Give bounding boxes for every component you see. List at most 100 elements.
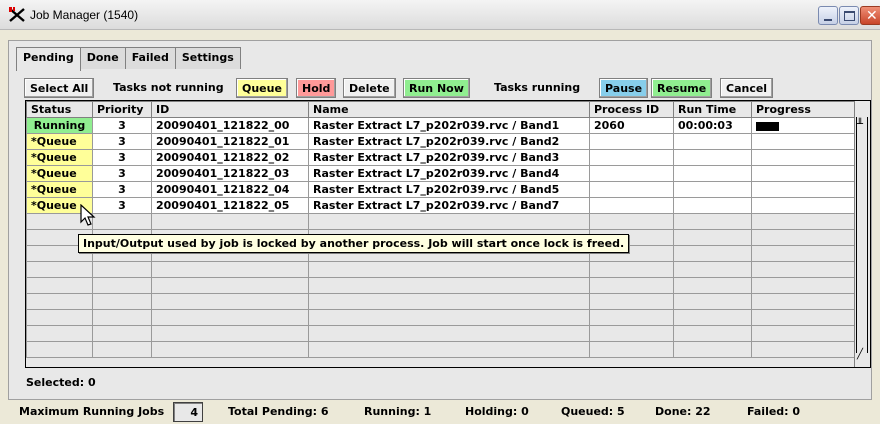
empty-cell — [151, 277, 309, 294]
empty-cell — [589, 277, 674, 294]
run-time-cell — [673, 181, 752, 198]
empty-cell — [589, 341, 674, 358]
tasks-not-running-label: Tasks not running — [113, 81, 224, 94]
column-header-process-id[interactable]: Process ID — [589, 101, 674, 118]
empty-cell — [589, 309, 674, 326]
table-row[interactable]: *Queue 3 20090401_121822_02 Raster Extract … — [26, 149, 856, 166]
status-bar: Maximum Running Jobs Total Pending: 6 Ru… — [0, 398, 880, 424]
close-icon: ✕ — [866, 8, 878, 24]
empty-cell — [751, 261, 856, 278]
empty-cell — [308, 261, 590, 278]
scroll-down-icon[interactable]: ╱ — [857, 349, 863, 360]
name-cell: Raster Extract L7_p202r039.rvc / Band5 — [308, 181, 590, 198]
empty-cell — [673, 293, 752, 310]
empty-cell — [673, 325, 752, 342]
priority-cell: 3 — [92, 149, 152, 166]
max-running-jobs-input[interactable]: 4 — [173, 402, 203, 422]
process-id-cell — [589, 197, 674, 214]
empty-cell — [26, 341, 93, 358]
empty-cell — [673, 213, 752, 230]
progress-cell — [751, 197, 856, 214]
run-time-cell — [673, 149, 752, 166]
resume-button[interactable]: Resume — [651, 78, 713, 98]
empty-cell — [673, 245, 752, 262]
id-cell: 20090401_121822_03 — [151, 165, 309, 182]
empty-row — [26, 341, 856, 358]
name-cell: Raster Extract L7_p202r039.rvc / Band7 — [308, 197, 590, 214]
table-row[interactable]: *Queue 3 20090401_121822_04 Raster Extract … — [26, 181, 856, 198]
pause-button[interactable]: Pause — [599, 78, 649, 98]
empty-cell — [673, 261, 752, 278]
empty-cell — [673, 277, 752, 294]
maximize-button[interactable] — [839, 6, 859, 25]
scroll-up-icon[interactable]: ╨ — [857, 119, 863, 130]
select-all-button[interactable]: Select All — [24, 78, 95, 98]
id-cell: 20090401_121822_01 — [151, 133, 309, 150]
empty-cell — [751, 277, 856, 294]
queued-stat: Queued: 5 — [561, 405, 625, 418]
id-cell: 20090401_121822_00 — [151, 117, 309, 134]
column-header-run-time[interactable]: Run Time — [673, 101, 752, 118]
minimize-button[interactable] — [818, 6, 838, 25]
column-header-progress[interactable]: Progress — [751, 101, 856, 118]
process-id-cell — [589, 149, 674, 166]
holding-stat: Holding: 0 — [465, 405, 529, 418]
id-cell: 20090401_121822_05 — [151, 197, 309, 214]
empty-cell — [589, 261, 674, 278]
empty-row — [26, 213, 856, 230]
tab-pending[interactable]: Pending — [16, 47, 81, 71]
run-time-cell: 00:00:03 — [673, 117, 752, 134]
empty-cell — [308, 341, 590, 358]
column-header-name[interactable]: Name — [308, 101, 590, 118]
failed-stat: Failed: 0 — [747, 405, 801, 418]
vertical-scrollbar[interactable]: ╨ ╱ — [854, 101, 870, 367]
progress-cell — [751, 149, 856, 166]
empty-cell — [751, 341, 856, 358]
empty-cell — [92, 293, 152, 310]
empty-cell — [151, 341, 309, 358]
scroll-thumb[interactable] — [856, 117, 868, 353]
empty-cell — [26, 277, 93, 294]
priority-cell: 3 — [92, 165, 152, 182]
status-cell: *Queue — [26, 165, 93, 182]
empty-cell — [673, 229, 752, 246]
tasks-running-label: Tasks running — [494, 81, 581, 94]
empty-cell — [751, 229, 856, 246]
priority-cell: 3 — [92, 181, 152, 198]
table-row[interactable]: *Queue 3 20090401_121822_01 Raster Extract … — [26, 133, 856, 150]
column-header-priority[interactable]: Priority — [92, 101, 152, 118]
empty-cell — [673, 341, 752, 358]
table-row[interactable]: *Queue 3 20090401_121822_03 Raster Extract … — [26, 165, 856, 182]
tab-failed[interactable]: Failed — [124, 47, 176, 69]
mouse-pointer-icon — [80, 204, 96, 226]
tab-done[interactable]: Done — [79, 47, 126, 69]
empty-cell — [151, 325, 309, 342]
priority-cell: 3 — [92, 197, 152, 214]
table-row[interactable]: Running 3 20090401_121822_00 Raster Extract… — [26, 117, 856, 134]
tab-settings[interactable]: Settings — [174, 47, 241, 69]
table-row[interactable]: *Queue 3 20090401_121822_05 Raster Extract … — [26, 197, 856, 214]
column-header-status[interactable]: Status — [26, 101, 93, 118]
column-header-id[interactable]: ID — [151, 101, 309, 118]
queue-button[interactable]: Queue — [236, 78, 288, 98]
hold-button[interactable]: Hold — [296, 78, 337, 98]
empty-cell — [751, 325, 856, 342]
empty-cell — [308, 277, 590, 294]
empty-cell — [751, 245, 856, 262]
id-cell: 20090401_121822_04 — [151, 181, 309, 198]
delete-button[interactable]: Delete — [343, 78, 396, 98]
id-cell: 20090401_121822_02 — [151, 149, 309, 166]
empty-cell — [92, 325, 152, 342]
status-cell: *Queue — [26, 181, 93, 198]
app-icon — [9, 7, 25, 22]
empty-cell — [751, 309, 856, 326]
process-id-cell — [589, 181, 674, 198]
empty-cell — [92, 261, 152, 278]
name-cell: Raster Extract L7_p202r039.rvc / Band1 — [308, 117, 590, 134]
cancel-button[interactable]: Cancel — [720, 78, 774, 98]
empty-cell — [751, 293, 856, 310]
run-now-button[interactable]: Run Now — [403, 78, 470, 98]
close-button[interactable]: ✕ — [860, 6, 880, 25]
progress-cell — [751, 133, 856, 150]
process-id-cell — [589, 133, 674, 150]
